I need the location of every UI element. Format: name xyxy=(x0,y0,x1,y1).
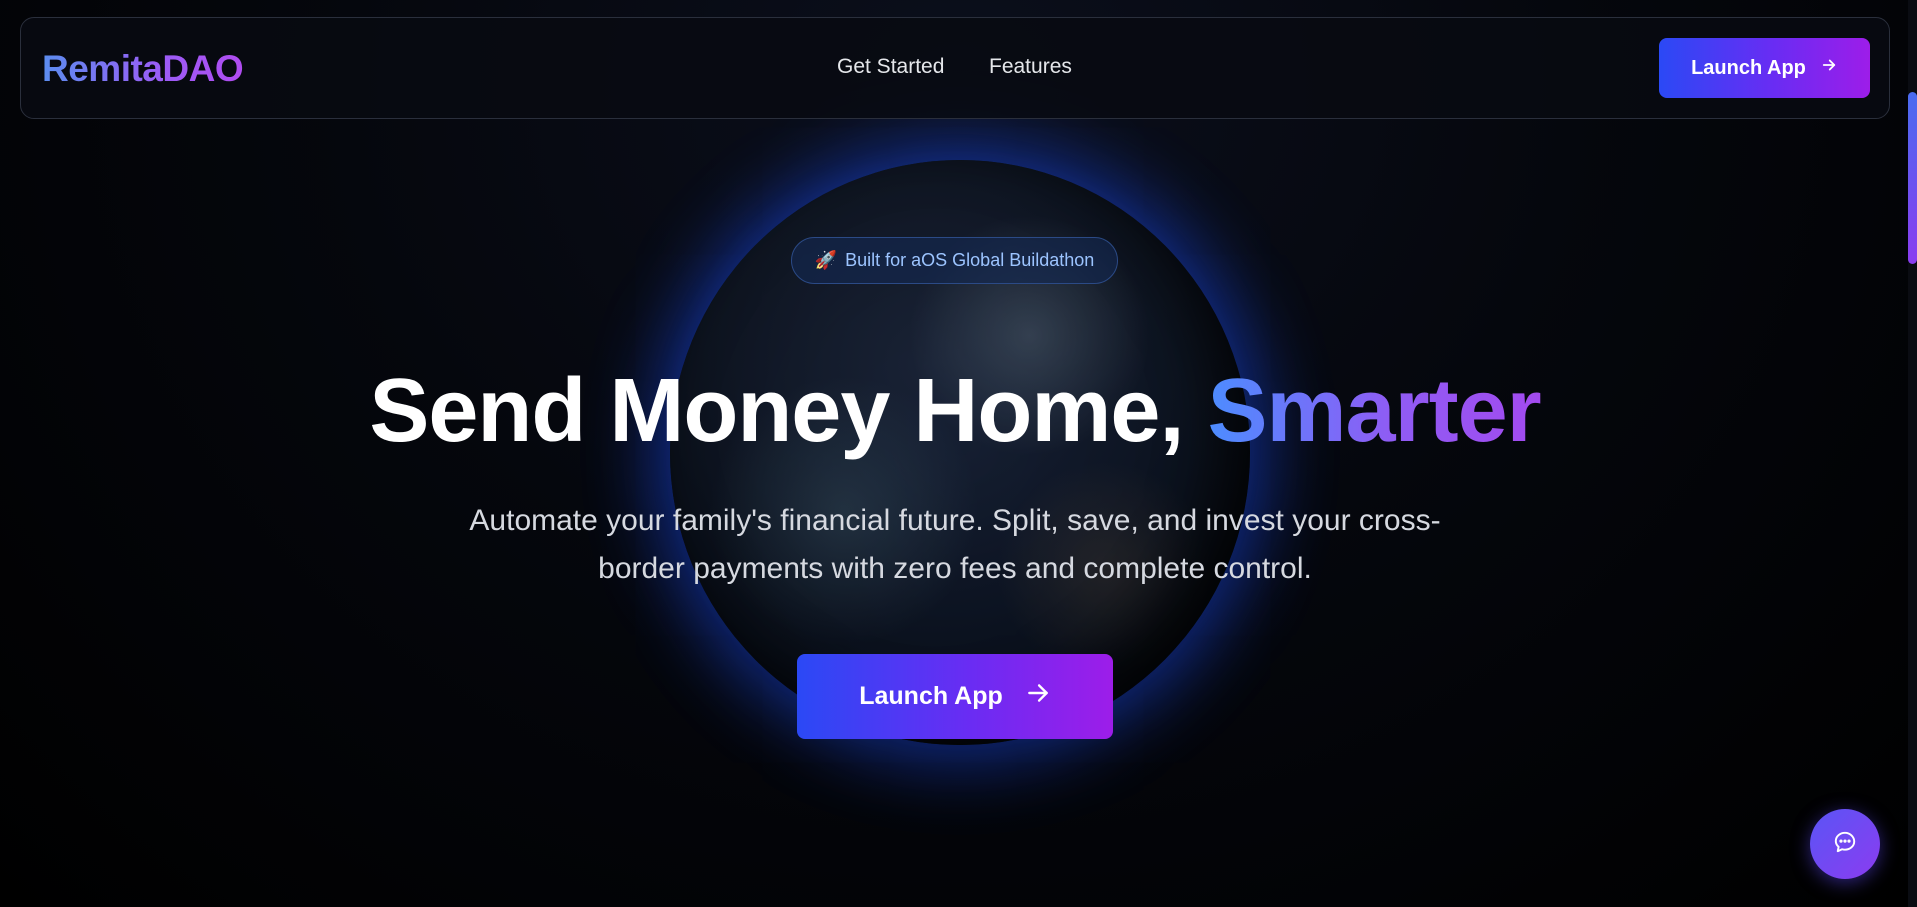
scrollbar-thumb[interactable] xyxy=(1908,92,1917,264)
nav-launch-app-button[interactable]: Launch App xyxy=(1659,38,1870,98)
hero-title: Send Money Home, Smarter xyxy=(0,356,1910,466)
badge-label: Built for aOS Global Buildathon xyxy=(845,250,1095,270)
hero-launch-app-button[interactable]: Launch App xyxy=(797,654,1113,739)
landing-page: RemitaDAO Get Started Features Launch Ap… xyxy=(0,0,1917,907)
arrow-right-icon xyxy=(1820,56,1838,80)
page-scrollbar[interactable] xyxy=(1908,0,1917,907)
hero-launch-app-label: Launch App xyxy=(859,682,1003,710)
nav-link-get-started[interactable]: Get Started xyxy=(837,55,944,79)
hero-subtitle: Automate your family's financial future.… xyxy=(469,504,1441,585)
chat-bubble-icon xyxy=(1832,829,1858,860)
rocket-icon: 🚀 xyxy=(814,250,838,270)
hero-title-main: Send Money Home, xyxy=(369,361,1184,461)
nav-launch-app-label: Launch App xyxy=(1691,56,1806,79)
top-navbar: RemitaDAO Get Started Features Launch Ap… xyxy=(20,17,1890,119)
buildathon-badge: 🚀 Built for aOS Global Buildathon xyxy=(791,237,1118,284)
arrow-right-icon xyxy=(1025,680,1051,713)
brand-logo[interactable]: RemitaDAO xyxy=(42,48,244,90)
nav-link-features[interactable]: Features xyxy=(989,55,1072,79)
chat-support-button[interactable] xyxy=(1810,809,1880,879)
hero-title-accent: Smarter xyxy=(1207,361,1541,461)
